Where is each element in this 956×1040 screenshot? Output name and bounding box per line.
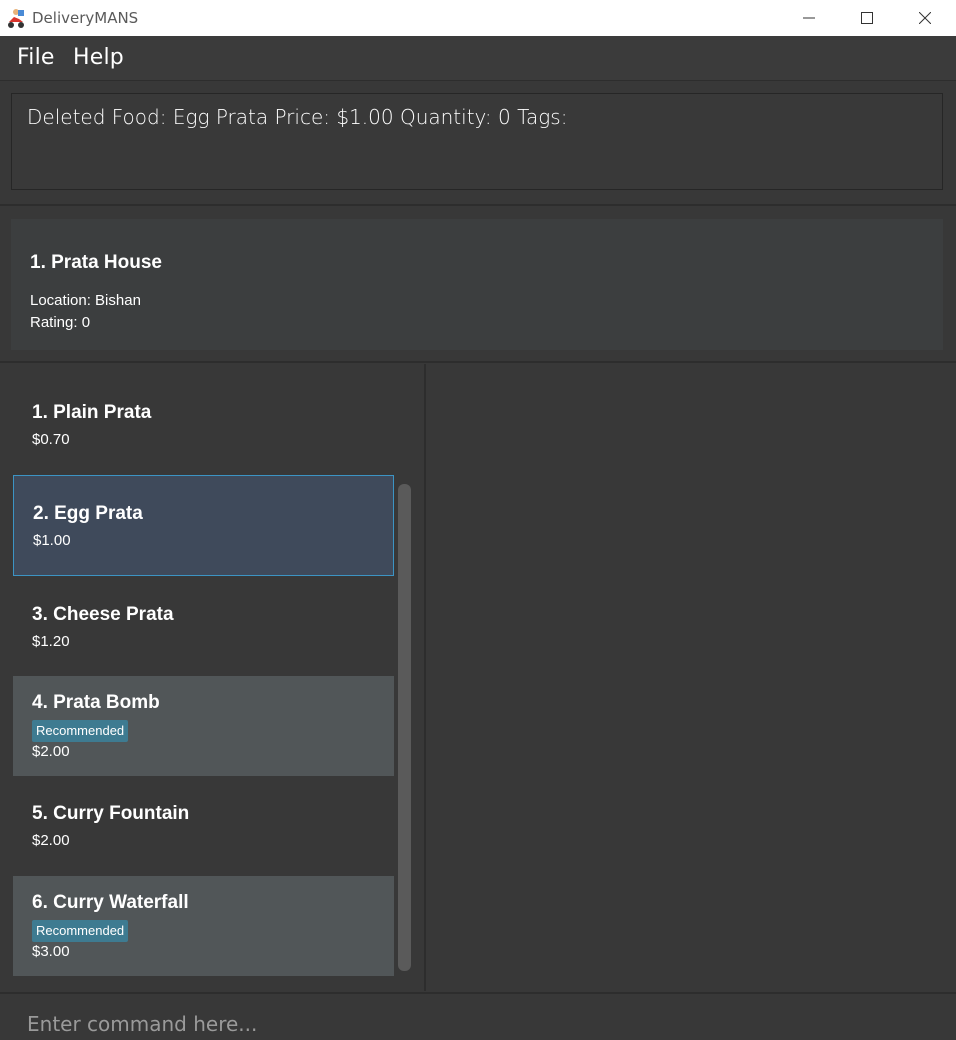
detail-pane	[428, 364, 956, 991]
food-price: $1.20	[32, 633, 70, 650]
food-item[interactable]: 1. Plain Prata $0.70	[13, 378, 394, 478]
window-title: DeliveryMANS	[32, 9, 139, 27]
result-pane: Deleted Food: Egg Prata Price: $1.00 Qua…	[0, 81, 956, 206]
food-name: 5. Curry Fountain	[32, 803, 190, 824]
food-item[interactable]: 6. Curry Waterfall Recommended $3.00	[13, 876, 394, 976]
close-icon	[919, 12, 931, 24]
food-name: 4. Prata Bomb	[32, 692, 160, 713]
food-name: 2. Egg Prata	[33, 503, 143, 524]
maximize-icon	[861, 12, 873, 24]
recommended-tag: Recommended	[32, 920, 129, 942]
close-button[interactable]	[896, 0, 954, 36]
food-item[interactable]: 4. Prata Bomb Recommended $2.00	[13, 676, 394, 776]
command-input[interactable]	[12, 994, 942, 1040]
minimize-button[interactable]	[780, 0, 838, 36]
command-box	[0, 992, 956, 1040]
food-name: 1. Plain Prata	[32, 402, 152, 423]
food-list[interactable]: 1. Plain Prata $0.70 2. Egg Prata $1.00 …	[13, 378, 394, 976]
food-list-pane: 1. Plain Prata $0.70 2. Egg Prata $1.00 …	[0, 364, 426, 991]
result-text: Deleted Food: Egg Prata Price: $1.00 Qua…	[27, 105, 568, 129]
menu-help[interactable]: Help	[73, 45, 124, 70]
vendor-name: 1. Prata House	[30, 252, 162, 273]
food-item[interactable]: 5. Curry Fountain $2.00	[13, 776, 394, 876]
food-list-scrollbar[interactable]	[398, 484, 411, 971]
food-name: 6. Curry Waterfall	[32, 892, 189, 913]
scooter-delivery-icon	[8, 9, 24, 28]
menu-file[interactable]: File	[17, 45, 55, 70]
food-price: $3.00	[32, 943, 70, 960]
vendor-card[interactable]: 1. Prata House Location: Bishan Rating: …	[11, 219, 943, 350]
food-price: $1.00	[33, 532, 71, 549]
title-bar: DeliveryMANS	[0, 0, 956, 36]
result-display[interactable]: Deleted Food: Egg Prata Price: $1.00 Qua…	[11, 93, 943, 190]
menu-bar: File Help	[0, 36, 956, 81]
recommended-tag: Recommended	[32, 720, 129, 742]
vendor-pane: 1. Prata House Location: Bishan Rating: …	[0, 207, 956, 363]
food-item[interactable]: 3. Cheese Prata $1.20	[13, 576, 394, 676]
vendor-rating: Rating: 0	[30, 314, 91, 331]
minimize-icon	[803, 17, 815, 19]
food-item-selected[interactable]: 2. Egg Prata $1.00	[13, 475, 394, 576]
food-price: $0.70	[32, 431, 70, 448]
food-price: $2.00	[32, 832, 70, 849]
maximize-button[interactable]	[838, 0, 896, 36]
vendor-location: Location: Bishan	[30, 292, 141, 309]
food-price: $2.00	[32, 743, 70, 760]
food-name: 3. Cheese Prata	[32, 604, 174, 625]
